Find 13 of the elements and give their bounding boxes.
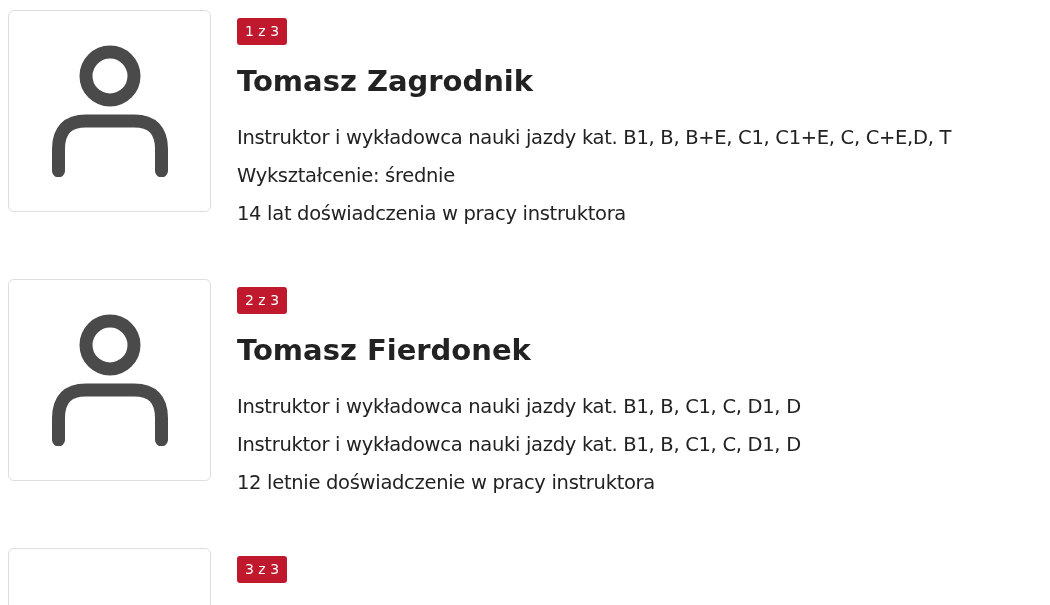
instructor-name: Tomasz Fierdonek — [237, 332, 531, 368]
person-icon — [51, 314, 168, 446]
description-line: Wykształcenie: średnie — [237, 163, 456, 189]
description-line: Instruktor i wykładowca nauki jazdy kat. B1, B, C1, C, D1, D — [237, 394, 801, 420]
counter-badge: 3 z 3 — [237, 556, 288, 583]
counter-badge: 1 z 3 — [237, 18, 288, 45]
description-line: Instruktor i wykładowca nauki jazdy kat. B1, B, B+E, C1, C1+E, C, C+E,D, T — [237, 125, 952, 151]
description-line: 12 letnie doświadczenie w pracy instruktora — [237, 470, 656, 496]
instructor-name: Tomasz Zagrodnik — [237, 63, 534, 99]
description-line: Instruktor i wykładowca nauki jazdy kat. B1, B, C1, C, D1, D — [237, 432, 801, 458]
description-line: 14 lat doświadczenia w pracy instruktora — [237, 201, 627, 227]
person-icon — [51, 45, 168, 177]
counter-badge: 2 z 3 — [237, 287, 288, 314]
